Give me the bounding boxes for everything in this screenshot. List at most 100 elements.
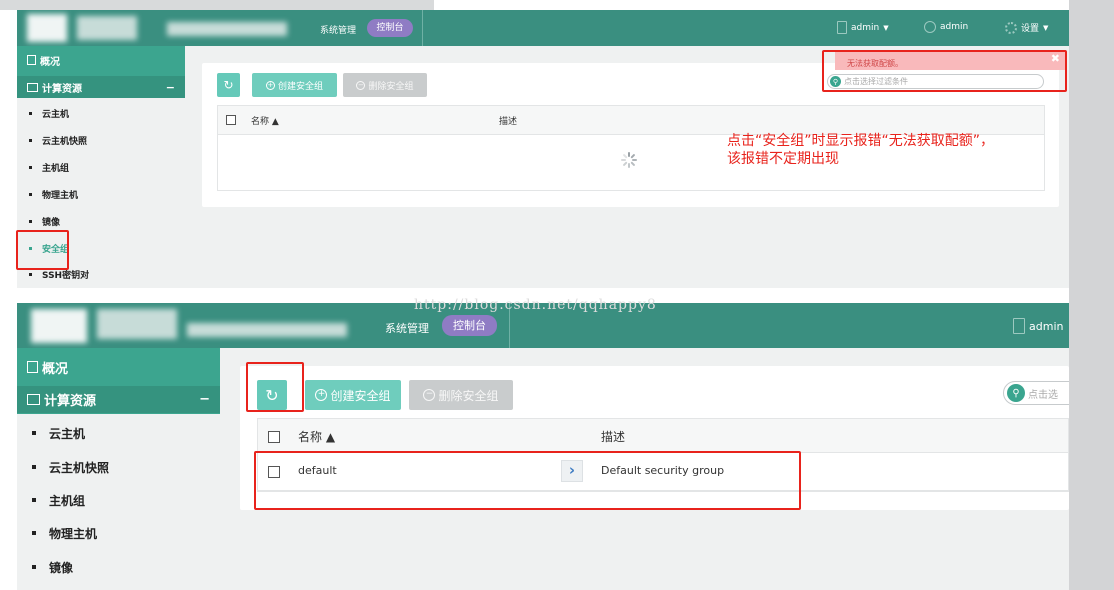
select-all-checkbox[interactable]	[268, 431, 280, 443]
console-button[interactable]: 控制台	[367, 19, 413, 37]
blurred-logo	[27, 14, 67, 42]
user-menu-label: admin	[851, 22, 880, 33]
sidebar-item-vm[interactable]: 云主机	[17, 103, 185, 123]
plus-circle-icon: +	[265, 80, 275, 90]
sidebar-item-image[interactable]: 镜像	[17, 554, 220, 580]
blurred-brand	[77, 16, 137, 40]
sidebar-item-label: 云主机快照	[49, 460, 110, 475]
create-security-group-button[interactable]: + 创建安全组	[305, 380, 401, 410]
highlight-refresh-button	[246, 362, 304, 412]
sidebar-item-vm-snapshot[interactable]: 云主机快照	[17, 454, 220, 480]
bottom-sidebar: 概况 计算资源 − 云主机 云主机快照 主机组 物理主机 镜像	[17, 348, 220, 590]
system-management-link[interactable]: 系统管理	[385, 320, 429, 336]
bottom-screenshot-panel: 系统管理 控制台 admin 概况 计算资源 − 云主机 云主机快照 主机组 物…	[17, 303, 1069, 590]
sidebar-item-label: 主机组	[49, 493, 86, 508]
refresh-button[interactable]: ↻	[217, 73, 240, 97]
sidebar-item-vm-snapshot[interactable]: 云主机快照	[17, 130, 185, 150]
delete-security-group-button[interactable]: − 删除安全组	[409, 380, 513, 410]
sidebar-item-host-group[interactable]: 主机组	[17, 157, 185, 177]
blurred-brand	[97, 309, 177, 339]
monitor-icon	[27, 82, 38, 92]
user-menu[interactable]: admin ▼	[837, 21, 889, 34]
sidebar-overview-label: 概况	[40, 56, 60, 68]
bullet-icon	[29, 138, 32, 142]
nav-divider	[422, 10, 423, 46]
user-menu[interactable]: admin	[1013, 318, 1063, 334]
create-button-label: 创建安全组	[277, 81, 323, 92]
sidebar-item-host-group[interactable]: 主机组	[17, 487, 220, 513]
sidebar-item-label: 镜像	[49, 560, 74, 575]
document-icon	[837, 21, 847, 34]
bullet-icon	[29, 272, 32, 276]
caret-down-icon: ▼	[883, 23, 889, 32]
collapse-icon[interactable]: −	[199, 392, 210, 407]
user-profile-label: admin	[940, 22, 969, 32]
minus-circle-icon: −	[356, 80, 366, 90]
window-top-band	[0, 0, 434, 10]
user-menu-label: admin	[1029, 319, 1064, 333]
search-placeholder: 点击选	[1028, 389, 1058, 401]
sidebar-compute-label: 计算资源	[44, 394, 97, 409]
sidebar-compute-label: 计算资源	[42, 83, 82, 95]
sidebar-overview[interactable]: 概况	[17, 50, 185, 70]
annotation-line-1: 点击“安全组”时显示报错“无法获取配额”，	[727, 133, 995, 149]
bullet-icon	[32, 565, 36, 569]
sidebar-item-physical-host[interactable]: 物理主机	[17, 184, 185, 204]
bullet-icon	[29, 165, 32, 169]
blurred-brand-text	[187, 323, 347, 337]
filter-search-input[interactable]: ⚲ 点击选	[1003, 381, 1069, 405]
system-management-link[interactable]: 系统管理	[320, 23, 356, 36]
bullet-icon	[29, 219, 32, 223]
monitor-icon	[27, 394, 40, 405]
settings-menu[interactable]: 设置 ▼	[1005, 21, 1048, 34]
bullet-icon	[32, 465, 36, 469]
blurred-brand-text	[167, 22, 287, 36]
sidebar-item-label: 物理主机	[42, 190, 79, 201]
sidebar-overview[interactable]: 概况	[17, 355, 220, 379]
refresh-icon: ↻	[223, 78, 234, 92]
delete-security-group-button[interactable]: − 删除安全组	[343, 73, 427, 97]
delete-button-label: 删除安全组	[438, 388, 499, 403]
table-header: 名称 ▲ 描述	[258, 419, 1068, 453]
sidebar-item-image[interactable]: 镜像	[17, 211, 185, 231]
table-header: 名称 ▲ 描述	[218, 106, 1044, 135]
sidebar-item-vm[interactable]: 云主机	[17, 420, 220, 446]
console-button[interactable]: 控制台	[442, 315, 497, 336]
document-icon	[1013, 318, 1025, 334]
user-icon	[924, 21, 936, 33]
sidebar-item-physical-host[interactable]: 物理主机	[17, 520, 220, 546]
select-all-checkbox[interactable]	[226, 115, 236, 125]
list-icon	[27, 361, 38, 373]
settings-label: 设置	[1021, 24, 1040, 34]
page-scrollbar[interactable]	[1069, 0, 1114, 590]
column-header-name[interactable]: 名称 ▲	[298, 428, 335, 445]
gear-icon	[1005, 21, 1017, 34]
watermark-url: http://blog.csdn.net/qqhappy8	[414, 297, 657, 313]
sidebar-compute-resources[interactable]: 计算资源 −	[17, 76, 185, 98]
column-header-name[interactable]: 名称 ▲	[251, 114, 279, 127]
collapse-icon[interactable]: −	[166, 81, 175, 94]
bullet-icon	[29, 111, 32, 115]
highlight-default-row	[254, 451, 801, 510]
search-icon: ⚲	[1007, 384, 1025, 402]
bullet-icon	[32, 498, 36, 502]
minus-circle-icon: −	[423, 389, 436, 401]
loading-spinner-icon	[621, 152, 637, 168]
bullet-icon	[32, 431, 36, 435]
user-profile[interactable]: admin	[924, 21, 968, 33]
sidebar-item-label: 物理主机	[49, 526, 98, 541]
sidebar-compute-resources[interactable]: 计算资源 −	[17, 386, 220, 413]
sidebar-overview-label: 概况	[42, 361, 69, 377]
create-security-group-button[interactable]: + 创建安全组	[252, 73, 337, 97]
list-icon	[27, 55, 36, 65]
top-navbar: 系统管理 控制台 admin ▼ admin 设置 ▼	[17, 10, 1069, 46]
annotation-note: 点击“安全组”时显示报错“无法获取配额”， 该报错不定期出现	[727, 132, 994, 168]
screenshot-canvas: 系统管理 控制台 admin ▼ admin 设置 ▼ 概况 计算资源 − 云主…	[0, 0, 1114, 590]
plus-circle-icon: +	[315, 389, 328, 401]
blurred-logo	[31, 309, 87, 343]
sidebar-item-label: 云主机	[42, 109, 70, 120]
sidebar-item-label: 镜像	[42, 217, 61, 228]
bullet-icon	[29, 192, 32, 196]
highlight-security-group-item	[16, 230, 69, 270]
column-header-description: 描述	[499, 117, 518, 127]
